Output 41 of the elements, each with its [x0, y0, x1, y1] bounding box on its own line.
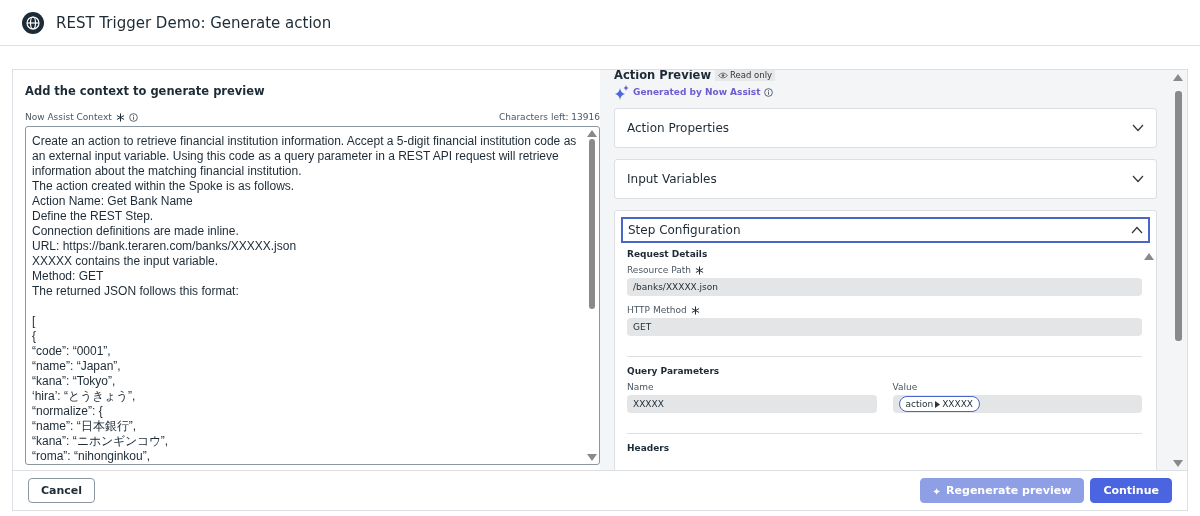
info-icon — [128, 112, 138, 122]
sparkle-icon — [614, 84, 630, 100]
chevron-down-icon — [1132, 124, 1144, 132]
read-only-badge: Read only — [715, 70, 776, 81]
read-only-field: XXXXX — [627, 395, 877, 413]
scroll-down-icon — [1173, 460, 1183, 467]
globe-icon — [22, 11, 44, 34]
field-label: HTTP Method — [627, 305, 687, 315]
scroll-down-icon — [587, 454, 597, 461]
scroll-up-icon — [1144, 253, 1154, 260]
cancel-button[interactable]: Cancel — [28, 478, 96, 503]
data-pill: action XXXXX — [898, 396, 981, 412]
scrollbar-thumb[interactable] — [1174, 91, 1182, 341]
chevron-down-icon — [1132, 175, 1144, 183]
continue-button[interactable]: Continue — [1090, 478, 1172, 503]
window-title: REST Trigger Demo: Generate action — [56, 13, 332, 32]
triangle-right-icon — [935, 400, 941, 408]
preview-title: Action Preview — [614, 70, 711, 82]
context-text-area[interactable]: Create an action to retrieve financial institution information. Accept a 5-digit financial institution code as an external input variable. Using this code as a query parameter in a REST API request will retrieve information about the matching financial institution. The action created within the Spoke is as follows. Action Name: Get Bank Name Define the REST Step. Connection definitions are made inline. URL: https://bank.teraren.com/banks/XXXXX.json XXXXX contains the input variable. Method: GET The returned JSON follows this format: [ { “code”: “0001”, “name”: “Japan”, “kana”: “Tokyo”, ‘hira’: “とうきょう”, “normalize”: { “name”: “日本銀行”, “kana”: “ニホンギンコウ”, “roma”: “nihonginkou”, — [25, 126, 600, 465]
sparkle-icon — [933, 486, 943, 495]
section-heading: Request Details — [627, 249, 709, 259]
section-heading: Headers — [627, 443, 671, 453]
chevron-up-icon — [1131, 226, 1143, 234]
column-header: Value — [892, 382, 919, 392]
accordion-header[interactable]: Step Configuration — [621, 217, 1150, 243]
section-heading: Query Parameters — [627, 366, 721, 376]
eye-icon — [718, 71, 728, 79]
scrollbar-thumb[interactable] — [589, 139, 595, 309]
section-heading: Add the context to generate preview — [25, 84, 266, 98]
character-counter: Characters left: 13916 — [498, 112, 600, 122]
scroll-up-icon — [1173, 74, 1183, 81]
info-icon — [763, 87, 773, 97]
read-only-field: GET — [627, 318, 1142, 336]
accordion-header[interactable]: Input Variables — [615, 160, 1156, 198]
generated-label: Generated by Now Assist — [633, 87, 761, 97]
column-header: Name — [627, 382, 655, 392]
field-label: Now Assist Context — [25, 112, 112, 122]
field-label: Resource Path — [627, 265, 691, 275]
accordion-header[interactable]: Action Properties — [615, 109, 1156, 147]
read-only-field: /banks/XXXXX.json — [627, 278, 1142, 296]
scroll-up-icon — [587, 130, 597, 137]
